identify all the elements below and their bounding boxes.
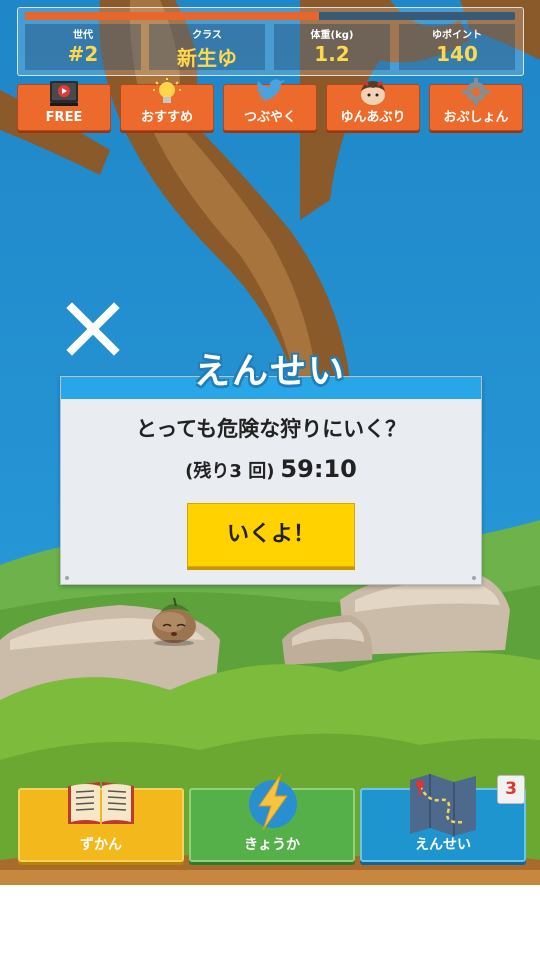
options-button[interactable]: おぷしょん	[429, 78, 523, 131]
stat-weight-label: 体重(kg)	[310, 30, 354, 41]
twitter-bird-icon	[257, 79, 285, 101]
map-icon	[410, 774, 476, 836]
remaining-info: (残り3 回) 59:10	[61, 455, 481, 483]
stat-points: ゆポイント 140	[399, 24, 515, 70]
go-button[interactable]: いくよ！	[187, 503, 355, 567]
book-icon	[68, 782, 134, 824]
yun-aburi-button-label: ゆんあぶり	[340, 110, 406, 125]
remaining-count-label: (残り3 回)	[185, 461, 275, 482]
countdown-timer: 59:10	[280, 455, 357, 483]
ensei-button-label: えんせい	[415, 837, 471, 853]
video-play-icon	[50, 81, 78, 106]
yukkuri-face-icon	[361, 80, 385, 105]
recommend-button-label: おすすめ	[140, 110, 193, 125]
stat-weight-value: 1.2	[314, 42, 350, 66]
corner-rivet	[65, 576, 69, 580]
experience-bar	[25, 12, 515, 20]
expedition-dialog: とっても危険な狩りにいく？ (残り3 回) 59:10 いくよ！	[60, 376, 482, 585]
gear-icon	[462, 78, 490, 106]
stat-class-label: クラス	[192, 30, 222, 41]
stat-weight: 体重(kg) 1.2	[274, 24, 390, 70]
lightning-icon	[249, 773, 297, 831]
stat-generation-value: #2	[67, 42, 99, 66]
free-button-label: FREE	[45, 110, 83, 125]
stat-points-value: 140	[436, 42, 478, 66]
dialog-question: とっても危険な狩りにいく？	[135, 417, 407, 441]
options-button-label: おぷしょん	[443, 110, 509, 125]
stat-class: クラス 新生ゆ	[149, 24, 265, 70]
zukan-button[interactable]: ずかん	[18, 782, 184, 862]
stat-generation: 世代 #2	[25, 24, 141, 70]
kyouka-button-label: きょうか	[244, 837, 300, 853]
free-button[interactable]: FREE	[17, 81, 111, 131]
tweet-button[interactable]: つぶやく	[223, 79, 317, 131]
kyouka-button[interactable]: きょうか	[189, 773, 355, 862]
zukan-button-label: ずかん	[80, 837, 122, 853]
dialog-title: えんせい	[193, 351, 346, 392]
lightbulb-icon	[153, 78, 181, 103]
experience-bar-fill	[25, 12, 319, 20]
stat-generation-label: 世代	[73, 30, 93, 41]
yun-aburi-button[interactable]: ゆんあぶり	[326, 80, 420, 131]
ensei-count-badge: 3	[497, 775, 525, 804]
corner-rivet	[472, 576, 476, 580]
status-panel: 世代 #2 クラス 新生ゆ 体重(kg) 1.2 ゆポイント 140	[17, 7, 524, 76]
recommend-button[interactable]: おすすめ	[120, 78, 214, 131]
stat-class-value: 新生ゆ	[177, 46, 237, 70]
tweet-button-label: つぶやく	[243, 110, 296, 125]
stat-points-label: ゆポイント	[432, 30, 482, 41]
